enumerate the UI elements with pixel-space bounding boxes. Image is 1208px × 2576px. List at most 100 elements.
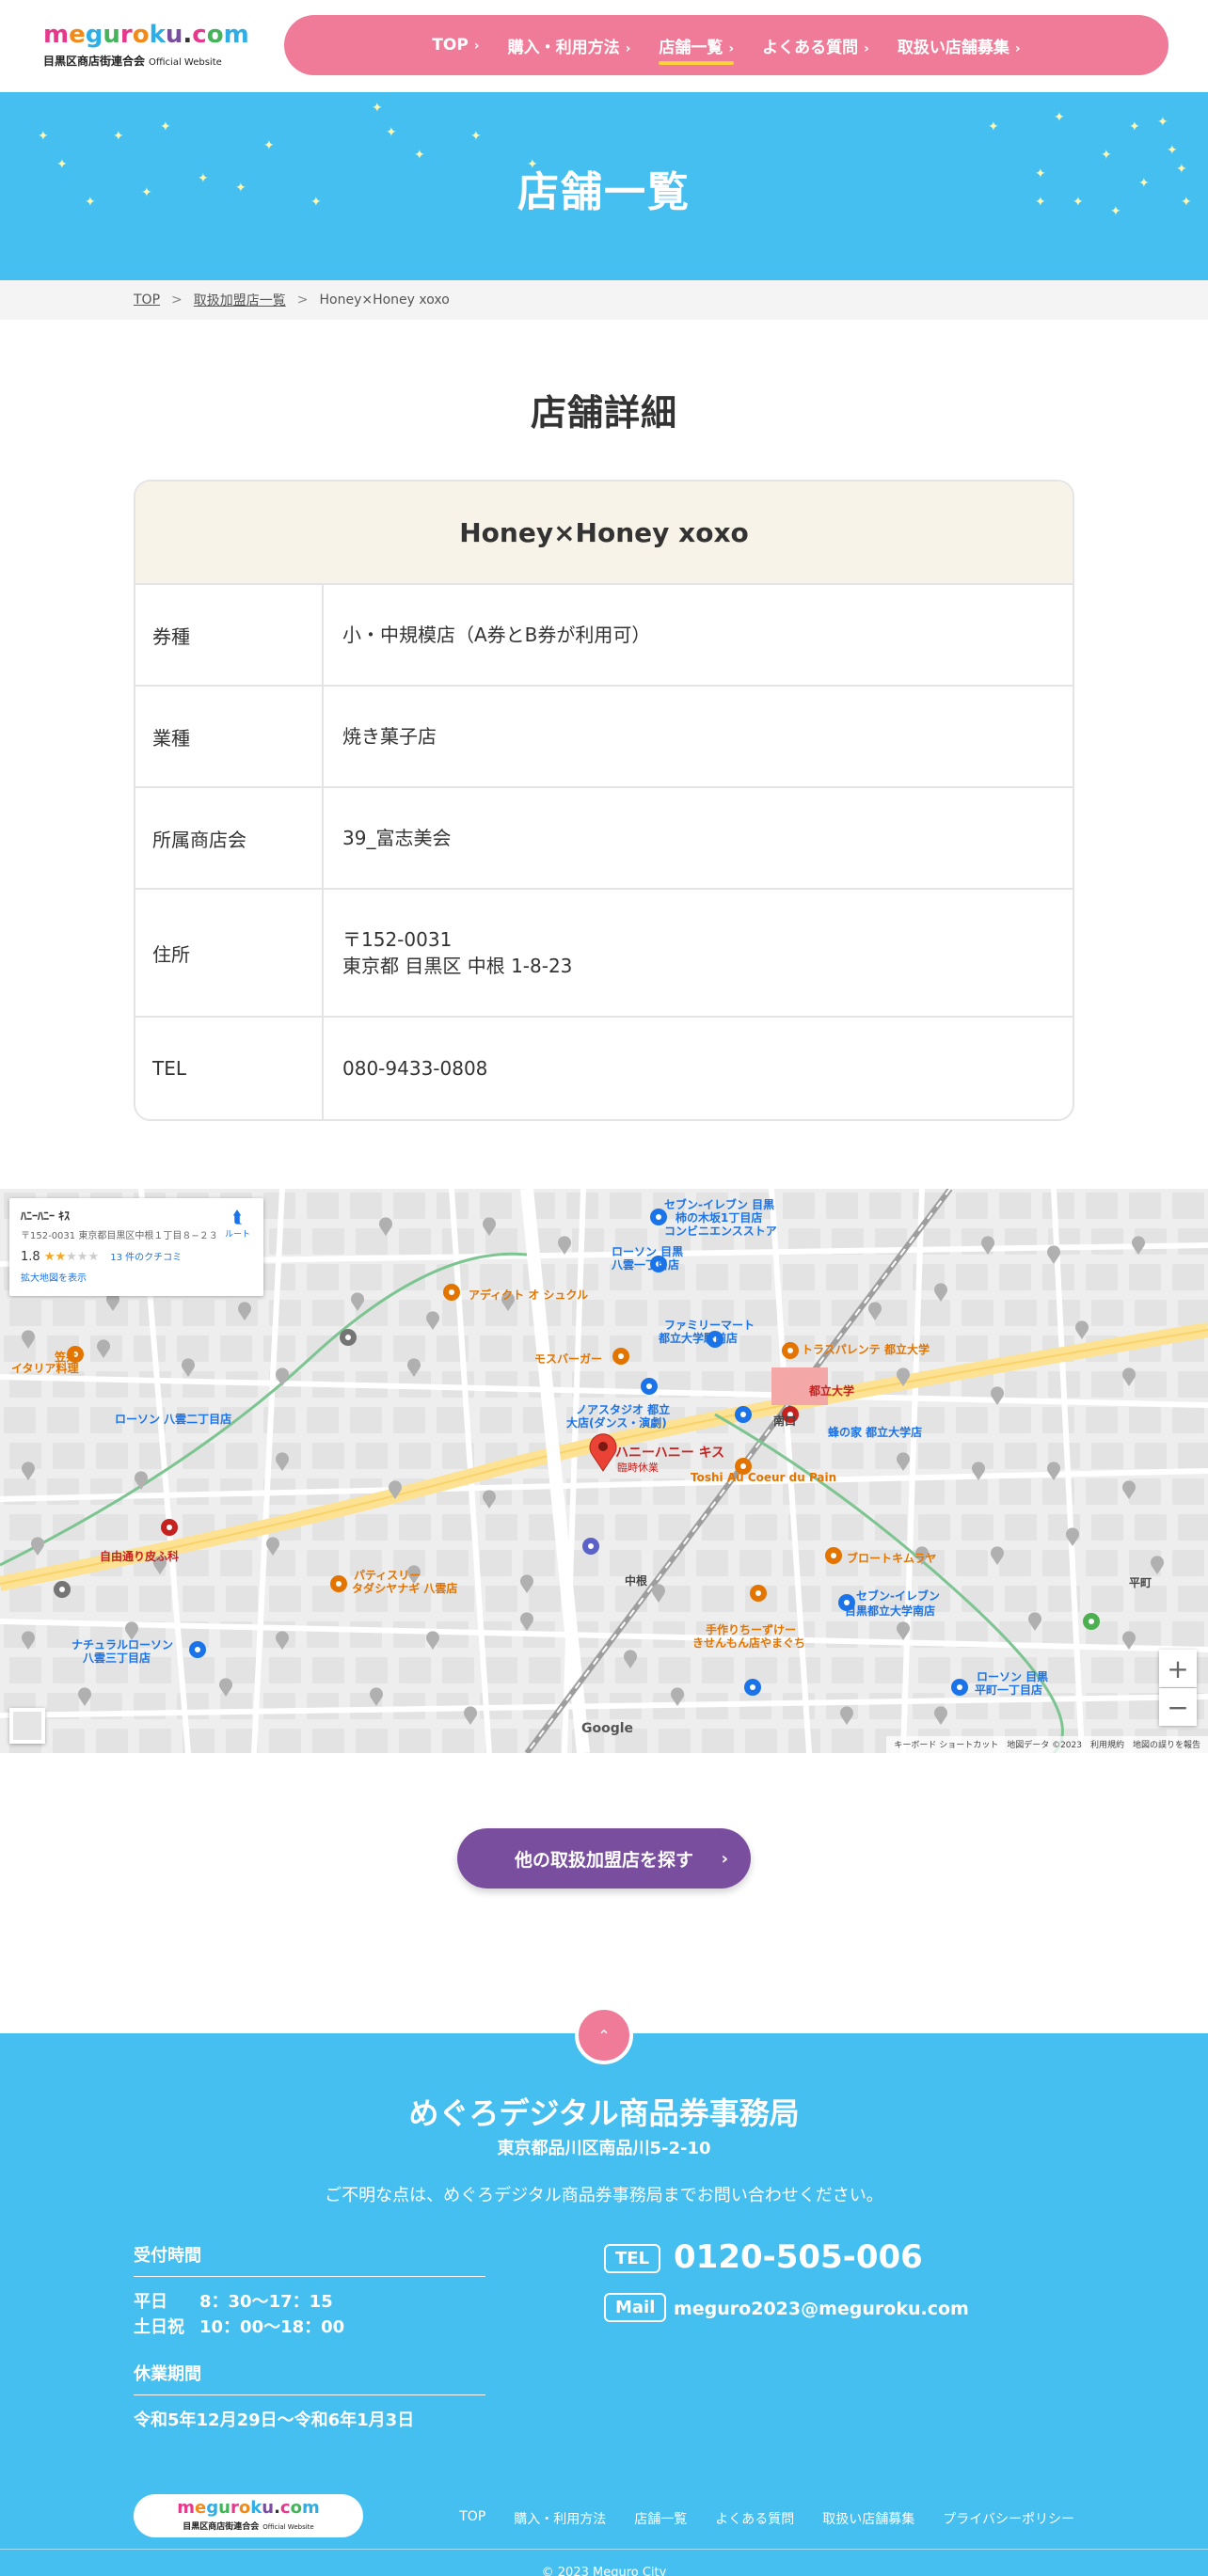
footer-tel[interactable]: 0120-505-006 — [674, 2238, 923, 2276]
breadcrumb-top[interactable]: TOP — [134, 292, 160, 308]
detail-row: 業種 焼き菓子店 — [135, 687, 1073, 788]
map-place-label[interactable]: 八雲一丁目店 — [612, 1256, 679, 1272]
map-place-label[interactable]: Toshi Au Coeur du Pain — [691, 1471, 836, 1484]
map-block — [1086, 1478, 1118, 1505]
map-block — [269, 1729, 301, 1753]
nav-item[interactable]: TOP › — [432, 36, 479, 55]
map-block — [696, 1264, 728, 1290]
map-poi-dot — [59, 1587, 65, 1592]
map-block — [1091, 1514, 1123, 1541]
map-block — [832, 1443, 864, 1469]
find-other-stores-button[interactable]: 他の取扱加盟店を探す › — [457, 1828, 751, 1889]
footer-link[interactable]: TOP — [459, 2509, 485, 2528]
nav-item[interactable]: 取扱い店舗募集 › — [898, 34, 1021, 57]
map-place-label[interactable]: ローソン 八雲二丁目店 — [115, 1411, 231, 1427]
map-block — [572, 1228, 604, 1255]
map-place-label[interactable]: コンビニエンスストア — [664, 1223, 777, 1239]
footer-link[interactable]: プライバシーポリシー — [943, 2509, 1074, 2528]
map-place-label[interactable]: 平町一丁目店 — [975, 1682, 1042, 1698]
footer-link[interactable]: 取扱い店舗募集 — [822, 2509, 914, 2528]
cta-label: 他の取扱加盟店を探す — [514, 1849, 693, 1871]
map-block — [96, 1443, 128, 1469]
footer-logo-wordmark: meguroku.com — [177, 2500, 319, 2517]
map-block — [1005, 1443, 1037, 1469]
footer-link[interactable]: 購入・利用方法 — [514, 2509, 606, 2528]
footer-link[interactable]: 店舗一覧 — [634, 2509, 687, 2528]
map-place-label[interactable]: 自由通り皮ふ科 — [100, 1548, 179, 1564]
map-block — [356, 1514, 388, 1541]
map-poi-dot — [336, 1581, 342, 1587]
map-poi-dot — [449, 1289, 454, 1295]
map-pin-status: 臨時休業 — [617, 1462, 659, 1474]
map-place-label[interactable]: ブロートキムラヤ — [847, 1550, 936, 1566]
place-card-rating: 1.8 ★★★★★ 13 件のクチコミ — [21, 1249, 252, 1264]
map-place-label[interactable]: タダシヤナギ 八雲店 — [352, 1580, 457, 1596]
reviews-link[interactable]: 13 件のクチコミ — [110, 1253, 182, 1263]
map-place-label[interactable]: アディクト オ シュクル — [469, 1287, 588, 1303]
map-place-label[interactable]: 平町 — [1129, 1574, 1152, 1590]
map-place-label[interactable]: 都立大学駅前店 — [659, 1330, 738, 1346]
map-marker-dot — [598, 1442, 608, 1451]
map-place-label[interactable]: 目黒都立大学南店 — [845, 1603, 935, 1619]
map-block — [1042, 1193, 1074, 1219]
footer-mail[interactable]: meguro2023@meguroku.com — [674, 2299, 969, 2319]
map-place-label[interactable]: 八雲三丁目店 — [83, 1650, 151, 1666]
map-place-label[interactable]: イタリア料理 — [11, 1360, 79, 1376]
nav-item[interactable]: 購入・利用方法 › — [508, 34, 631, 57]
logo-letter: c — [192, 21, 207, 49]
map-block — [312, 1228, 344, 1255]
map-place-label[interactable]: 都立大学 — [809, 1383, 854, 1399]
map-block — [183, 1586, 215, 1612]
nav-item[interactable]: 店舗一覧 › — [659, 34, 734, 65]
map-type-toggle[interactable] — [9, 1708, 45, 1744]
detail-row-value: 小・中規模店（A券とB券が利用可） — [324, 585, 1073, 685]
map-block — [307, 1407, 339, 1433]
back-to-top-button[interactable]: ⌃ — [575, 2006, 633, 2064]
map-block — [696, 1550, 728, 1576]
map-block — [393, 1407, 425, 1433]
map-block — [610, 1193, 642, 1219]
detail-row-value[interactable]: 080-9433-0808 — [324, 1018, 1073, 1119]
map-block — [1005, 1586, 1037, 1612]
chevron-right-icon: › — [473, 39, 480, 54]
map-poi-dot — [195, 1647, 200, 1652]
map-block — [53, 1443, 85, 1469]
map-place-label[interactable]: セブン-イレブン — [856, 1588, 940, 1604]
map-place-label[interactable]: 南口 — [773, 1413, 796, 1429]
map-block — [437, 1550, 469, 1576]
detail-row-value: 39_富志美会 — [324, 788, 1073, 888]
map-place-label[interactable]: 蜂の家 都立大学店 — [828, 1424, 922, 1440]
star-icon: ✦ — [1167, 143, 1178, 158]
map-place-label[interactable]: 中根 — [625, 1572, 647, 1588]
chevron-right-icon: › — [1014, 40, 1021, 56]
zoom-out-button[interactable]: − — [1159, 1688, 1197, 1726]
map-place-label[interactable]: モスバーガー — [534, 1351, 602, 1367]
map-block — [399, 1300, 431, 1326]
footer-link[interactable]: よくある質問 — [715, 2509, 794, 2528]
map-place-label[interactable]: 大店(ダンス・演劇) — [566, 1414, 667, 1430]
star-icon: ✦ — [263, 138, 275, 153]
map-block — [1091, 1300, 1123, 1326]
map-block — [1172, 1478, 1204, 1505]
map-block — [615, 1514, 647, 1541]
detail-row-label: 所属商店会 — [135, 788, 324, 888]
google-map[interactable]: セブン-イレブン 目黒 柿の木坂1丁目店 コンビニエンスストア アディクト オ シュク… — [0, 1189, 1208, 1753]
nav-item[interactable]: よくある質問 › — [762, 34, 869, 57]
site-logo[interactable]: meguroku.com 目黒区商店街連合会 Official Website — [43, 23, 250, 70]
map-poi-dot — [787, 1348, 793, 1353]
map-block — [999, 1550, 1031, 1576]
zoom-in-button[interactable]: + — [1159, 1650, 1197, 1687]
directions-button[interactable]: ⮬ ルート — [225, 1209, 250, 1243]
place-card-address: 〒152-0031 東京都目黒区中根１丁目８−２３ — [21, 1231, 218, 1241]
map-block — [869, 1193, 901, 1219]
map-place-label[interactable]: トラスパレンテ 都立大学 — [802, 1341, 930, 1357]
breadcrumb-store-list[interactable]: 取扱加盟店一覧 — [194, 291, 286, 309]
map-attribution[interactable]: キーボード ショートカット 地図データ ©2023 利用規約 地図の誤りを報告 — [886, 1736, 1208, 1753]
larger-map-link[interactable]: 拡大地図を表示 — [21, 1270, 252, 1284]
map-block — [312, 1657, 344, 1683]
map-place-label[interactable]: きせんもん店やまぐち — [692, 1635, 805, 1651]
map-block — [1178, 1371, 1208, 1398]
map-block — [220, 1693, 252, 1719]
detail-row-value: 焼き菓子店 — [324, 687, 1073, 786]
footer-logo[interactable]: meguroku.com 目黒区商店街連合会 Official Website — [134, 2494, 363, 2537]
